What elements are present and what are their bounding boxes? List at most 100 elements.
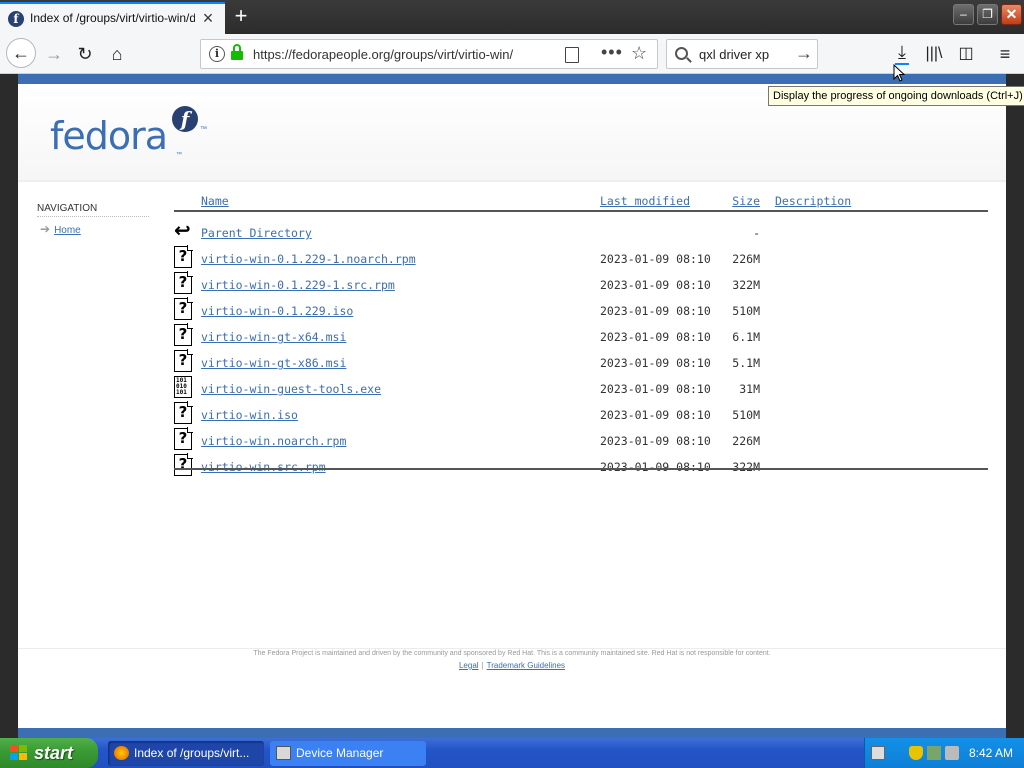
mouse-cursor-icon bbox=[893, 64, 905, 82]
nav-toolbar: ← → ↻ ⌂ i https://fedorapeople.org/group… bbox=[0, 34, 1024, 74]
search-icon bbox=[675, 47, 688, 60]
downloads-tooltip: Display the progress of ongoing download… bbox=[768, 86, 1024, 106]
forward-button[interactable]: → bbox=[40, 40, 68, 68]
file-link[interactable]: virtio-win-gt-x86.msi bbox=[201, 356, 346, 370]
file-row: ? virtio-win.iso 2023-01-09 08:10 510M bbox=[174, 401, 988, 434]
file-size: 322M bbox=[732, 460, 760, 474]
taskbar-item-device-manager[interactable]: Device Manager bbox=[270, 741, 426, 766]
file-link[interactable]: virtio-win-0.1.229-1.noarch.rpm bbox=[201, 252, 416, 266]
unknown-file-icon: ? bbox=[174, 427, 193, 450]
file-size: 31M bbox=[739, 382, 760, 396]
window-close-button[interactable]: ✕ bbox=[1001, 4, 1022, 25]
search-bar[interactable]: qxl driver xp → bbox=[666, 39, 818, 69]
url-bar[interactable]: i https://fedorapeople.org/groups/virt/v… bbox=[200, 39, 658, 69]
footer-text: The Fedora Project is maintained and dri… bbox=[253, 650, 771, 657]
browser-tab[interactable]: f Index of /groups/virt/virtio-win/direc… bbox=[0, 2, 225, 34]
file-link[interactable]: virtio-win-0.1.229-1.src.rpm bbox=[201, 278, 395, 292]
parent-directory-link[interactable]: Parent Directory bbox=[201, 226, 312, 240]
file-link[interactable]: virtio-win.src.rpm bbox=[201, 460, 326, 474]
fedora-infinity-icon: f bbox=[172, 106, 198, 132]
unknown-file-icon: ? bbox=[174, 453, 193, 476]
taskbar: start Index of /groups/virt... Device Ma… bbox=[0, 738, 1024, 768]
url-text[interactable]: https://fedorapeople.org/groups/virt/vir… bbox=[253, 47, 533, 62]
search-go-icon[interactable]: → bbox=[795, 43, 813, 64]
back-button[interactable]: ← bbox=[6, 38, 36, 68]
file-link[interactable]: virtio-win-guest-tools.exe bbox=[201, 382, 381, 396]
taskbar-item-label: Index of /groups/virt... bbox=[134, 746, 250, 760]
clock: 8:42 AM bbox=[969, 746, 1014, 760]
bookmark-star-icon[interactable]: ☆ bbox=[631, 43, 647, 64]
logo-tm-mark: ™ bbox=[200, 126, 207, 133]
footer-links: Legal | Trademark Guidelines bbox=[458, 661, 566, 670]
unknown-file-icon: ? bbox=[174, 271, 193, 294]
fedora-favicon-icon: f bbox=[8, 11, 24, 27]
home-link[interactable]: Home bbox=[54, 225, 81, 236]
listing-header: Name Last modified Size Description bbox=[174, 194, 988, 212]
unknown-file-icon: ? bbox=[174, 401, 193, 424]
sort-by-size-link[interactable]: Size bbox=[708, 194, 760, 208]
home-button[interactable]: ⌂ bbox=[103, 40, 131, 68]
hardware-icon[interactable] bbox=[945, 746, 959, 760]
file-modified: 2023-01-09 08:10 bbox=[600, 356, 711, 370]
binary-file-icon: 101 010 101 bbox=[174, 376, 192, 398]
taskbar-item-browser[interactable]: Index of /groups/virt... bbox=[108, 741, 264, 766]
file-modified: 2023-01-09 08:10 bbox=[600, 408, 711, 422]
bottom-accent-bar bbox=[18, 728, 1006, 738]
file-link[interactable]: virtio-win-0.1.229.iso bbox=[201, 304, 353, 318]
tab-close-icon[interactable]: × bbox=[200, 9, 216, 27]
firefox-icon bbox=[114, 746, 129, 760]
start-button[interactable]: start bbox=[0, 738, 98, 768]
file-link[interactable]: virtio-win.iso bbox=[201, 408, 298, 422]
file-modified: 2023-01-09 08:10 bbox=[600, 278, 711, 292]
minimize-button[interactable]: – bbox=[953, 4, 974, 25]
listing-bottom-rule bbox=[174, 468, 988, 470]
new-tab-button[interactable]: + bbox=[228, 4, 254, 30]
page-actions-icon[interactable]: ••• bbox=[601, 42, 623, 63]
file-size: 226M bbox=[732, 252, 760, 266]
unknown-file-icon: ? bbox=[174, 349, 193, 372]
navigation-heading: NAVIGATION bbox=[37, 203, 149, 217]
file-size: 226M bbox=[732, 434, 760, 448]
file-modified: 2023-01-09 08:10 bbox=[600, 252, 711, 266]
unknown-file-icon: ? bbox=[174, 245, 193, 268]
menu-hamburger-icon[interactable]: ≡ bbox=[991, 40, 1019, 68]
security-shield-icon[interactable] bbox=[909, 746, 923, 760]
back-folder-icon: ↩ bbox=[174, 218, 191, 242]
file-size: 510M bbox=[732, 304, 760, 318]
fedora-logo[interactable]: fedora f ™ ™ bbox=[50, 106, 207, 158]
arrow-right-icon: ➔ bbox=[40, 222, 51, 236]
reload-button[interactable]: ↻ bbox=[71, 40, 99, 68]
search-input[interactable]: qxl driver xp bbox=[699, 47, 769, 62]
unknown-file-icon: ? bbox=[174, 297, 193, 320]
file-row: ? virtio-win-0.1.229-1.src.rpm 2023-01-09 … bbox=[174, 271, 988, 304]
legal-link[interactable]: Legal bbox=[459, 661, 479, 670]
file-link[interactable]: virtio-win-gt-x64.msi bbox=[201, 330, 346, 344]
sort-by-name-link[interactable]: Name bbox=[201, 194, 229, 208]
file-size: 5.1M bbox=[732, 356, 760, 370]
file-row: ? virtio-win.noarch.rpm 2023-01-09 08:10 22… bbox=[174, 427, 988, 460]
footer-separator bbox=[18, 648, 1006, 649]
file-modified: 2023-01-09 08:10 bbox=[600, 434, 711, 448]
file-row: ? virtio-win-0.1.229-1.noarch.rpm 2023-01-… bbox=[174, 245, 988, 278]
library-icon[interactable]: |||\ bbox=[920, 40, 948, 68]
file-link[interactable]: virtio-win.noarch.rpm bbox=[201, 434, 346, 448]
reader-view-icon[interactable] bbox=[565, 47, 579, 63]
file-row: ? virtio-win-0.1.229.iso 2023-01-09 08:10 5… bbox=[174, 297, 988, 330]
info-icon[interactable]: i bbox=[209, 46, 225, 62]
keyboard-icon[interactable] bbox=[871, 746, 885, 760]
network-icon[interactable] bbox=[927, 746, 941, 760]
file-row: ? virtio-win-gt-x86.msi 2023-01-09 08:10 5.… bbox=[174, 349, 988, 382]
lock-icon[interactable] bbox=[231, 44, 243, 61]
device-manager-icon bbox=[276, 746, 291, 760]
header-separator bbox=[18, 180, 1006, 182]
restore-button[interactable]: ❐ bbox=[977, 4, 998, 25]
sidebar-icon[interactable]: ◫ bbox=[952, 40, 980, 68]
nav-home-item[interactable]: ➔ Home bbox=[40, 222, 81, 236]
file-row: ? virtio-win-gt-x64.msi 2023-01-09 08:10 6.… bbox=[174, 323, 988, 356]
logo-tm-mark-2: ™ bbox=[176, 152, 182, 158]
sort-by-description-link[interactable]: Description bbox=[775, 194, 851, 208]
trademark-link[interactable]: Trademark Guidelines bbox=[487, 661, 565, 670]
top-accent-bar bbox=[18, 74, 1006, 84]
logo-wordmark: fedora bbox=[50, 114, 168, 158]
sort-by-modified-link[interactable]: Last modified bbox=[600, 194, 690, 208]
